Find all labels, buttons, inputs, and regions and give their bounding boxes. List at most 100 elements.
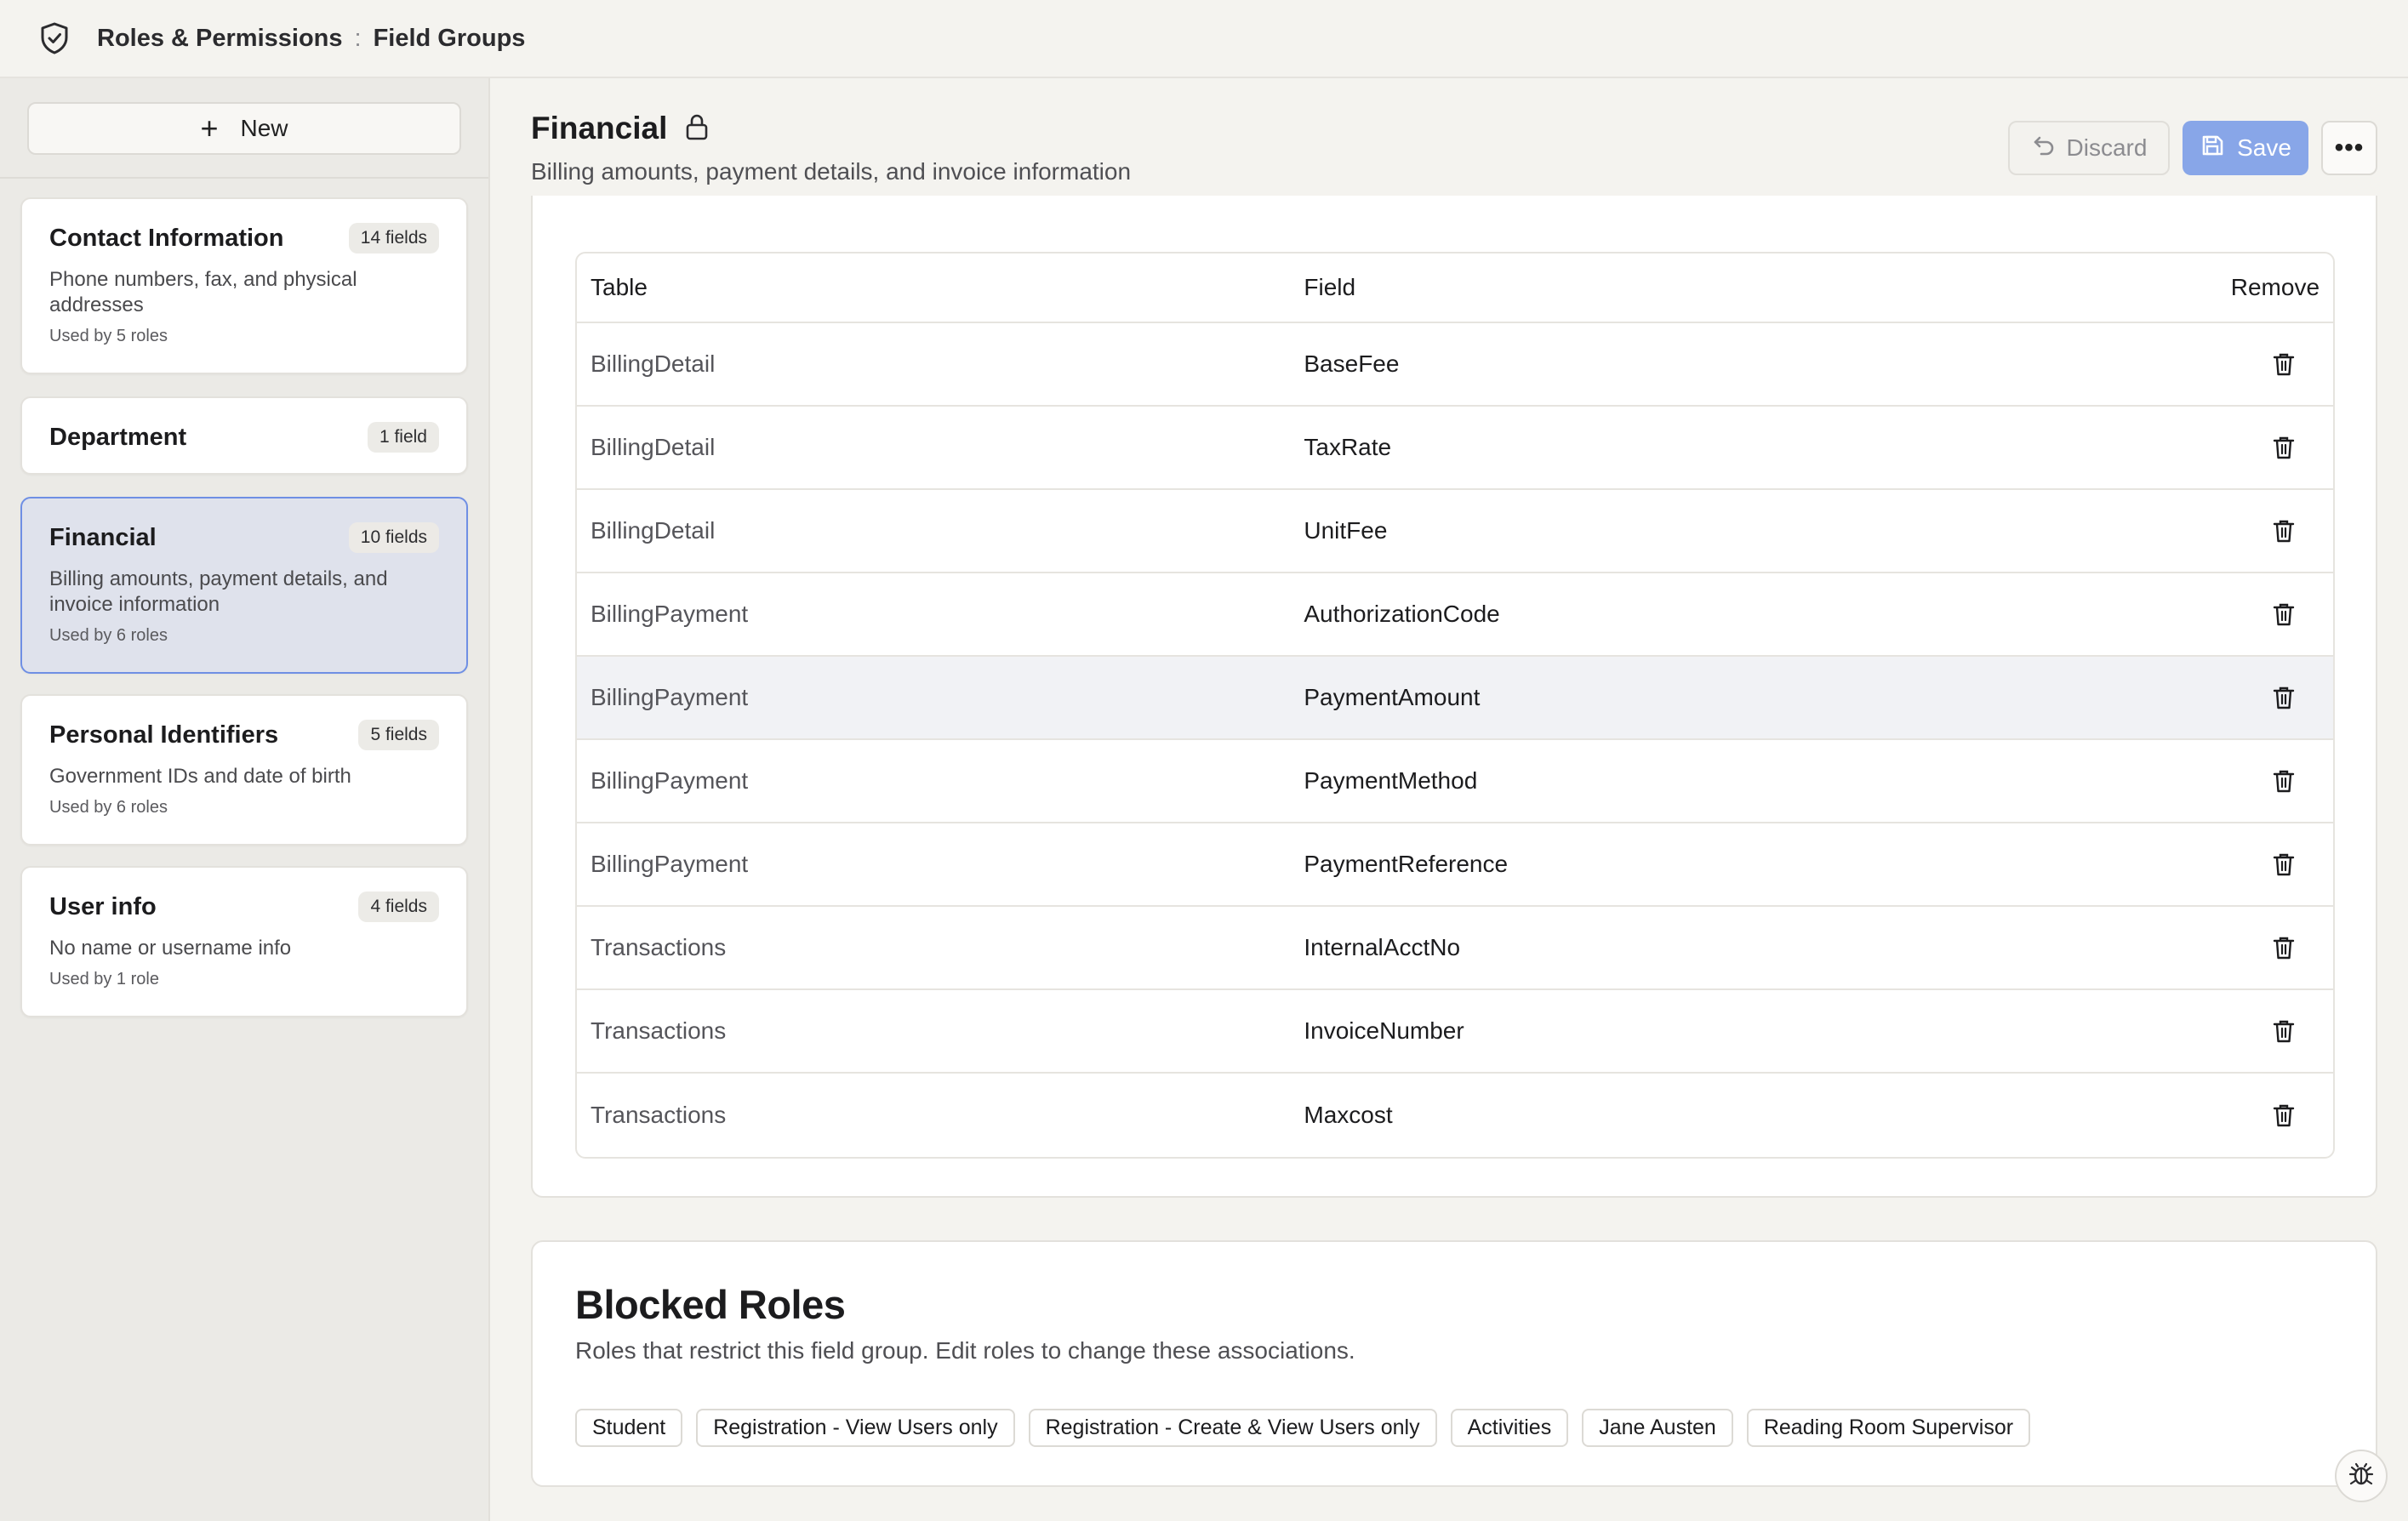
cell-field: InvoiceNumber [1304, 1017, 1464, 1044]
table-row: BillingDetail UnitFee [577, 490, 2333, 573]
field-group-card-financial[interactable]: Financial 10 fields Billing amounts, pay… [20, 497, 468, 674]
trash-icon[interactable] [2267, 347, 2301, 381]
card-title: User info [49, 892, 157, 920]
blocked-roles-panel: Blocked Roles Roles that restrict this f… [531, 1240, 2377, 1487]
cell-field: Maxcost [1304, 1102, 1393, 1128]
table-row: Transactions Maxcost [577, 1074, 2333, 1157]
table-header-row: Table Field Remove [577, 254, 2333, 323]
column-header-field: Field [1304, 274, 1356, 300]
card-description: Phone numbers, fax, and physical address… [49, 268, 357, 316]
breadcrumb-separator: : [354, 24, 362, 52]
save-button[interactable]: Save [2183, 121, 2308, 175]
trash-icon[interactable] [2267, 681, 2301, 715]
sidebar: + New Contact Information 14 fields Phon… [0, 78, 490, 1521]
field-group-card-department[interactable]: Department 1 field [20, 396, 468, 475]
new-field-group-button[interactable]: + New [27, 102, 461, 155]
column-header-remove: Remove [2230, 274, 2320, 300]
role-chip: Reading Room Supervisor [1746, 1409, 2031, 1447]
floppy-disk-icon [2200, 133, 2225, 164]
blocked-roles-subtitle: Roles that restrict this field group. Ed… [575, 1337, 1355, 1364]
role-chip: Activities [1450, 1409, 1569, 1447]
role-chip: Registration - View Users only [696, 1409, 1015, 1447]
cell-remove [2156, 597, 2333, 631]
cell-field: AuthorizationCode [1304, 601, 1500, 627]
cell-table: BillingDetail [591, 517, 716, 544]
new-button-label: New [240, 115, 288, 141]
trash-icon[interactable] [2267, 1098, 2301, 1132]
card-used-by: Used by 6 roles [49, 798, 168, 817]
cell-field: PaymentReference [1304, 851, 1509, 877]
cell-field: PaymentMethod [1304, 767, 1478, 794]
cell-remove [2156, 681, 2333, 715]
cell-field: BaseFee [1304, 350, 1400, 377]
card-title: Financial [49, 523, 157, 551]
shield-check-icon [37, 21, 71, 55]
card-description: Billing amounts, payment details, and in… [49, 567, 388, 616]
card-title: Contact Information [49, 224, 284, 252]
card-used-by: Used by 5 roles [49, 327, 168, 345]
trash-icon[interactable] [2267, 764, 2301, 798]
table-row: Transactions InvoiceNumber [577, 990, 2333, 1074]
role-chip: Student [575, 1409, 683, 1447]
trash-icon[interactable] [2267, 931, 2301, 965]
cell-table: BillingPayment [591, 851, 749, 877]
cell-remove [2156, 764, 2333, 798]
undo-icon [2031, 133, 2057, 164]
card-description: No name or username info [49, 937, 292, 960]
cell-remove [2156, 1098, 2333, 1132]
table-row: BillingPayment PaymentAmount [577, 657, 2333, 740]
fields-table: Table Field Remove BillingDetail BaseFee B… [575, 252, 2335, 1159]
role-chip: Registration - Create & View Users only [1028, 1409, 1437, 1447]
field-group-card-user-info[interactable]: User info 4 fields No name or username i… [20, 866, 468, 1017]
cell-table: Transactions [591, 1102, 727, 1128]
cell-remove [2156, 514, 2333, 548]
table-row: BillingDetail TaxRate [577, 407, 2333, 490]
cell-field: UnitFee [1304, 517, 1388, 544]
table-row: BillingPayment PaymentMethod [577, 740, 2333, 823]
cell-table: BillingPayment [591, 767, 749, 794]
cell-table: BillingPayment [591, 601, 749, 627]
cell-remove [2156, 1014, 2333, 1048]
cell-field: PaymentAmount [1304, 684, 1481, 710]
field-group-card-contact-information[interactable]: Contact Information 14 fields Phone numb… [20, 197, 468, 374]
cell-field: InternalAcctNo [1304, 934, 1461, 960]
blocked-roles-list: Student Registration - View Users only R… [575, 1409, 2031, 1447]
field-count-badge: 5 fields [358, 720, 439, 750]
card-title: Personal Identifiers [49, 721, 279, 749]
cell-field: TaxRate [1304, 434, 1392, 460]
role-chip: Jane Austen [1582, 1409, 1733, 1447]
trash-icon[interactable] [2267, 514, 2301, 548]
cell-remove [2156, 931, 2333, 965]
breadcrumb-root[interactable]: Roles & Permissions [97, 25, 343, 53]
cell-table: Transactions [591, 934, 727, 960]
discard-label: Discard [2066, 134, 2148, 161]
card-title: Department [49, 423, 187, 451]
more-options-button[interactable]: ••• [2321, 121, 2377, 175]
cell-remove [2156, 347, 2333, 381]
card-description: Government IDs and date of birth [49, 765, 351, 788]
debug-button[interactable] [2335, 1450, 2388, 1502]
bug-icon [2347, 1460, 2376, 1493]
table-row: BillingPayment PaymentReference [577, 823, 2333, 907]
field-count-badge: 14 fields [348, 223, 439, 254]
card-used-by: Used by 1 role [49, 970, 159, 988]
cell-remove [2156, 430, 2333, 464]
group-title-row: Financial [531, 111, 710, 146]
trash-icon[interactable] [2267, 847, 2301, 881]
card-used-by: Used by 6 roles [49, 626, 168, 645]
cell-table: BillingDetail [591, 434, 716, 460]
cell-table: BillingPayment [591, 684, 749, 710]
trash-icon[interactable] [2267, 430, 2301, 464]
discard-button[interactable]: Discard [2008, 121, 2170, 175]
cell-table: Transactions [591, 1017, 727, 1044]
field-group-card-personal-identifiers[interactable]: Personal Identifiers 5 fields Government… [20, 694, 468, 846]
cell-remove [2156, 847, 2333, 881]
page-subtitle: Billing amounts, payment details, and in… [531, 158, 1132, 185]
breadcrumb-current: Field Groups [373, 24, 526, 52]
trash-icon[interactable] [2267, 1014, 2301, 1048]
sidebar-divider [0, 177, 488, 179]
table-row: Transactions InternalAcctNo [577, 907, 2333, 990]
trash-icon[interactable] [2267, 597, 2301, 631]
plus-icon: + [200, 111, 219, 145]
table-row: BillingDetail BaseFee [577, 323, 2333, 407]
